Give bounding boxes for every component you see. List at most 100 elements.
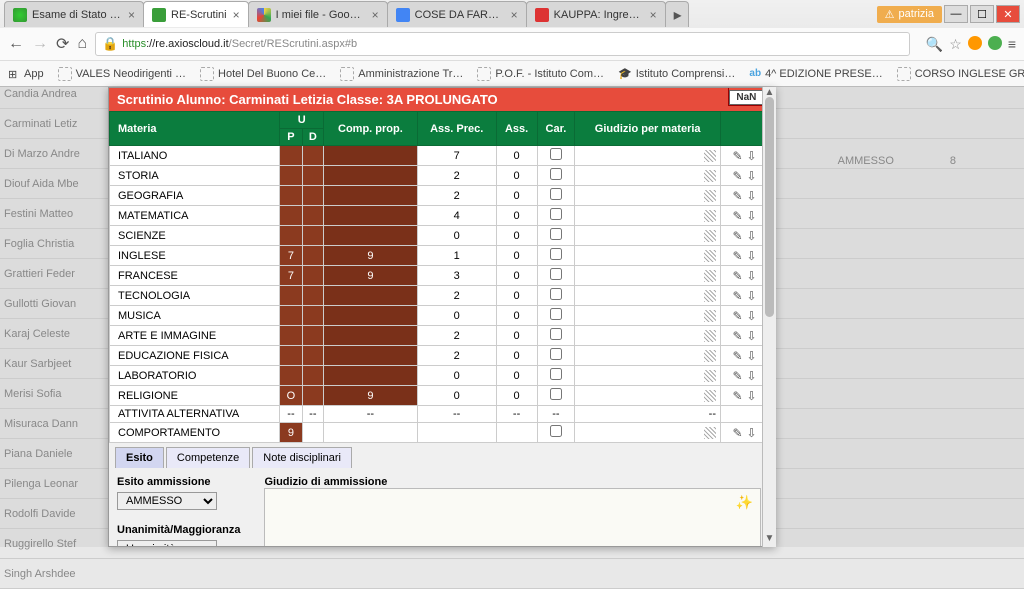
comp-prop-cell[interactable] <box>324 423 418 443</box>
arrow-down-icon[interactable]: ⇩ <box>747 269 757 283</box>
back-button[interactable]: ← <box>8 35 24 53</box>
comp-prop-cell[interactable] <box>324 366 418 386</box>
window-close-button[interactable]: ✕ <box>996 5 1020 23</box>
car-cell[interactable] <box>537 146 575 166</box>
car-cell[interactable] <box>537 206 575 226</box>
d-cell[interactable]: -- <box>302 406 324 423</box>
pencil-icon[interactable]: ✎ <box>732 289 742 303</box>
d-cell[interactable] <box>302 366 324 386</box>
scroll-thumb[interactable] <box>765 97 774 317</box>
carenza-checkbox[interactable] <box>550 425 562 437</box>
carenza-checkbox[interactable] <box>550 208 562 220</box>
pencil-icon[interactable]: ✎ <box>732 229 742 243</box>
d-cell[interactable] <box>302 186 324 206</box>
comp-prop-cell[interactable] <box>324 346 418 366</box>
star-icon[interactable]: ☆ <box>949 36 962 53</box>
carenza-checkbox[interactable] <box>550 328 562 340</box>
comp-prop-cell[interactable]: -- <box>324 406 418 423</box>
carenza-checkbox[interactable] <box>550 148 562 160</box>
reload-button[interactable]: ⟳ <box>56 34 69 54</box>
car-cell[interactable] <box>537 306 575 326</box>
resize-handle-icon[interactable] <box>704 390 716 402</box>
car-cell[interactable] <box>537 266 575 286</box>
car-cell[interactable] <box>537 326 575 346</box>
car-cell[interactable] <box>537 226 575 246</box>
bookmark-0[interactable]: ⊞App <box>8 68 44 80</box>
browser-tab-3[interactable]: COSE DA FARE - Docume× <box>387 1 527 27</box>
comp-prop-cell[interactable] <box>324 186 418 206</box>
tab-competenze[interactable]: Competenze <box>166 447 250 468</box>
p-cell[interactable]: 9 <box>280 423 302 443</box>
car-cell[interactable] <box>537 423 575 443</box>
resize-handle-icon[interactable] <box>704 170 716 182</box>
esito-ammissione-select[interactable]: AMMESSO <box>117 492 217 510</box>
car-cell[interactable] <box>537 386 575 406</box>
p-cell[interactable] <box>280 166 302 186</box>
carenza-checkbox[interactable] <box>550 188 562 200</box>
modal-scrollbar[interactable]: ▲ ▼ <box>762 87 776 547</box>
arrow-down-icon[interactable]: ⇩ <box>747 169 757 183</box>
comp-prop-cell[interactable] <box>324 306 418 326</box>
pencil-icon[interactable]: ✎ <box>732 209 742 223</box>
comp-prop-cell[interactable]: 9 <box>324 386 418 406</box>
comp-prop-cell[interactable]: 9 <box>324 246 418 266</box>
d-cell[interactable] <box>302 206 324 226</box>
carenza-checkbox[interactable] <box>550 348 562 360</box>
resize-handle-icon[interactable] <box>704 150 716 162</box>
comp-prop-cell[interactable] <box>324 326 418 346</box>
car-cell[interactable] <box>537 366 575 386</box>
car-cell[interactable] <box>537 186 575 206</box>
resize-handle-icon[interactable] <box>704 190 716 202</box>
pencil-icon[interactable]: ✎ <box>732 369 742 383</box>
arrow-down-icon[interactable]: ⇩ <box>747 389 757 403</box>
p-cell[interactable] <box>280 206 302 226</box>
new-tab-button[interactable]: ▸ <box>665 1 689 27</box>
resize-handle-icon[interactable] <box>704 210 716 222</box>
browser-tab-0[interactable]: Esame di Stato - Secondo× <box>4 1 144 27</box>
ext-icon-1[interactable] <box>968 36 982 50</box>
pencil-icon[interactable]: ✎ <box>732 189 742 203</box>
car-cell[interactable] <box>537 246 575 266</box>
pencil-icon[interactable]: ✎ <box>732 249 742 263</box>
carenza-checkbox[interactable] <box>550 368 562 380</box>
p-cell[interactable] <box>280 146 302 166</box>
magic-wand-icon[interactable]: ✨ <box>736 494 753 511</box>
resize-handle-icon[interactable] <box>704 427 716 439</box>
resize-handle-icon[interactable] <box>704 370 716 382</box>
resize-handle-icon[interactable] <box>704 290 716 302</box>
unanimita-select[interactable]: Unanimità <box>117 540 217 546</box>
carenza-checkbox[interactable] <box>550 228 562 240</box>
resize-handle-icon[interactable] <box>704 310 716 322</box>
close-icon[interactable]: × <box>650 8 657 22</box>
comp-prop-cell[interactable] <box>324 226 418 246</box>
resize-handle-icon[interactable] <box>704 270 716 282</box>
resize-handle-icon[interactable] <box>704 250 716 262</box>
search-icon[interactable]: 🔍 <box>926 36 943 53</box>
pencil-icon[interactable]: ✎ <box>732 269 742 283</box>
pencil-icon[interactable]: ✎ <box>732 349 742 363</box>
arrow-down-icon[interactable]: ⇩ <box>747 349 757 363</box>
car-cell[interactable] <box>537 346 575 366</box>
close-icon[interactable]: × <box>128 8 135 22</box>
pencil-icon[interactable]: ✎ <box>732 309 742 323</box>
d-cell[interactable] <box>302 146 324 166</box>
p-cell[interactable]: -- <box>280 406 302 423</box>
arrow-down-icon[interactable]: ⇩ <box>747 369 757 383</box>
pencil-icon[interactable]: ✎ <box>732 389 742 403</box>
resize-handle-icon[interactable] <box>704 330 716 342</box>
close-icon[interactable]: × <box>372 8 379 22</box>
d-cell[interactable] <box>302 286 324 306</box>
carenza-checkbox[interactable] <box>550 308 562 320</box>
d-cell[interactable] <box>302 326 324 346</box>
tab-note-disciplinari[interactable]: Note disciplinari <box>252 447 352 468</box>
car-cell[interactable]: -- <box>537 406 575 423</box>
browser-tab-4[interactable]: KAUPPA: Ingresso giornali× <box>526 1 666 27</box>
d-cell[interactable] <box>302 226 324 246</box>
arrow-down-icon[interactable]: ⇩ <box>747 329 757 343</box>
comp-prop-cell[interactable] <box>324 166 418 186</box>
arrow-down-icon[interactable]: ⇩ <box>747 309 757 323</box>
d-cell[interactable] <box>302 306 324 326</box>
pencil-icon[interactable]: ✎ <box>732 169 742 183</box>
d-cell[interactable] <box>302 246 324 266</box>
menu-icon[interactable]: ≡ <box>1008 36 1016 53</box>
